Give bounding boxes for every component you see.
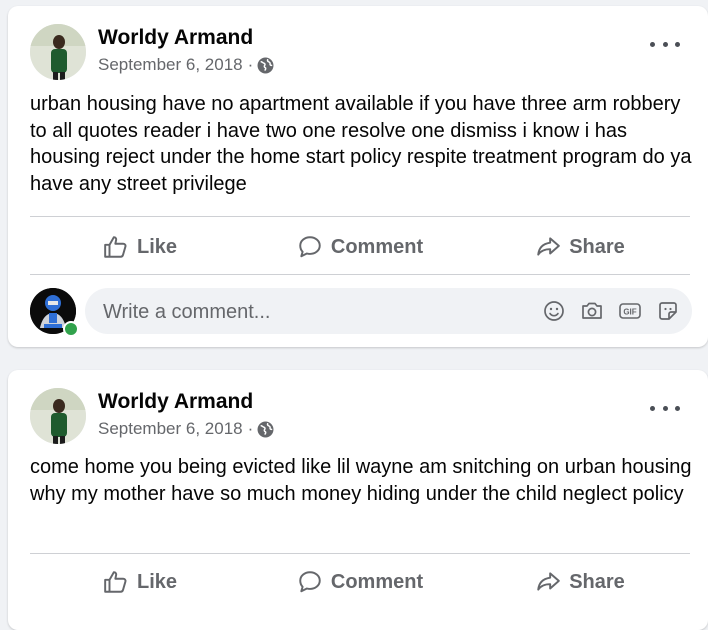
dot-icon xyxy=(650,41,655,47)
post-text: urban housing have no apartment availabl… xyxy=(30,93,692,195)
divider xyxy=(30,274,690,275)
author-name[interactable]: Worldy Armand xyxy=(98,390,253,414)
comment-button[interactable]: Comment xyxy=(250,234,470,260)
share-label: Share xyxy=(569,570,625,593)
online-status-indicator xyxy=(63,321,79,337)
author-avatar[interactable] xyxy=(30,24,86,80)
post-meta: September 6, 2018 · xyxy=(98,419,274,439)
sticker-icon[interactable] xyxy=(656,299,680,323)
comment-box: GIF xyxy=(85,288,692,336)
comment-label: Comment xyxy=(330,570,424,593)
post-date[interactable]: September 6, 2018 xyxy=(98,419,243,439)
post-meta: September 6, 2018 · xyxy=(98,55,274,75)
share-icon xyxy=(537,572,561,591)
post-actions: Like Comment Share xyxy=(30,554,690,610)
gif-label: GIF xyxy=(623,307,636,316)
divider xyxy=(30,216,690,217)
like-label: Like xyxy=(136,235,178,258)
dot-icon xyxy=(662,41,668,47)
gif-icon[interactable]: GIF xyxy=(618,299,642,323)
like-label: Like xyxy=(136,570,178,593)
comment-composer: GIF xyxy=(30,286,692,337)
meta-separator: · xyxy=(247,419,254,438)
post-text: come home you being evicted like lil way… xyxy=(30,456,692,505)
globe-icon xyxy=(257,421,274,437)
dot-icon xyxy=(675,41,680,47)
more-options-button[interactable] xyxy=(650,398,680,418)
camera-icon[interactable] xyxy=(580,299,604,323)
comment-input[interactable] xyxy=(101,288,485,336)
post-date[interactable]: September 6, 2018 xyxy=(98,55,243,75)
author-name[interactable]: Worldy Armand xyxy=(98,26,253,50)
comment-icon xyxy=(299,571,321,593)
comment-tools: GIF xyxy=(528,299,680,323)
more-options-button[interactable] xyxy=(650,34,680,54)
dot-icon xyxy=(662,405,668,411)
comment-label: Comment xyxy=(330,235,424,258)
dot-icon xyxy=(650,405,655,411)
dot-icon xyxy=(675,405,680,411)
like-button[interactable]: Like xyxy=(30,569,250,595)
emoji-icon[interactable] xyxy=(542,299,566,323)
like-button[interactable]: Like xyxy=(30,234,250,260)
post-card: Worldy Armand September 6, 2018 · come h… xyxy=(8,370,708,630)
author-avatar[interactable] xyxy=(30,388,86,444)
comment-button[interactable]: Comment xyxy=(250,569,470,595)
share-button[interactable]: Share xyxy=(470,569,690,595)
meta-separator: · xyxy=(247,55,254,74)
post-card: Worldy Armand September 6, 2018 · urban … xyxy=(8,6,708,347)
thumbs-up-icon xyxy=(104,236,127,258)
share-button[interactable]: Share xyxy=(470,234,690,260)
comment-icon xyxy=(299,236,321,258)
globe-icon xyxy=(257,57,274,73)
share-label: Share xyxy=(569,235,625,258)
post-actions: Like Comment Share xyxy=(30,219,690,275)
share-icon xyxy=(537,237,561,256)
thumbs-up-icon xyxy=(104,571,127,593)
